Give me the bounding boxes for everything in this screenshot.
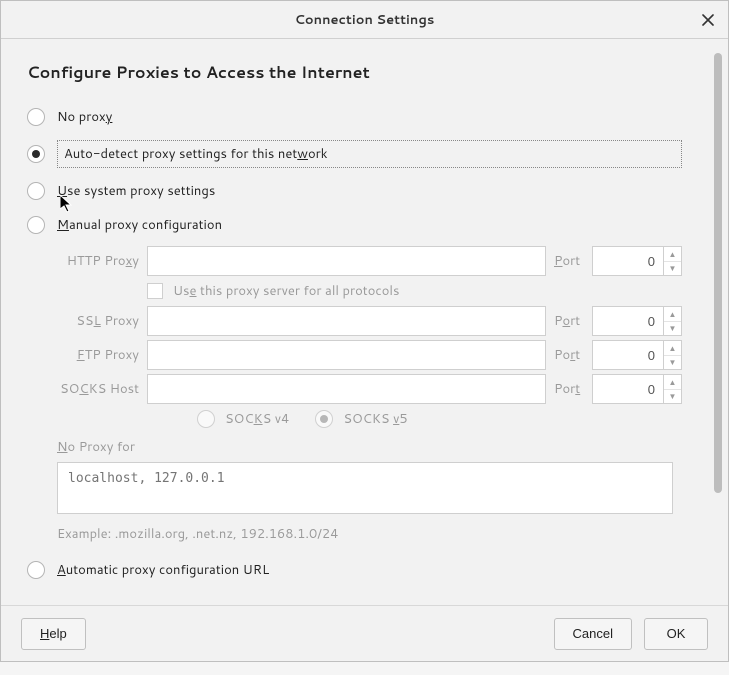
use-all-protocols-checkbox[interactable] [147, 283, 163, 299]
scrollbar-thumb[interactable] [714, 53, 722, 493]
ssl-port-label: Port [554, 312, 584, 330]
radio-icon[interactable] [27, 182, 45, 200]
titlebar: Connection Settings [1, 1, 728, 39]
scrollbar[interactable] [708, 39, 728, 605]
ftp-port-stepper[interactable]: ▲▼ [664, 340, 682, 370]
radio-icon[interactable] [27, 108, 45, 126]
socks-v4-label: SOCKS v4 [225, 410, 289, 428]
ftp-proxy-label: FTP Proxy [57, 346, 139, 364]
chevron-down-icon[interactable]: ▼ [664, 322, 681, 336]
section-heading: Configure Proxies to Access the Internet [27, 61, 682, 84]
ftp-proxy-input[interactable] [147, 340, 546, 370]
no-proxy-for-label: No Proxy for [57, 438, 682, 456]
http-proxy-label: HTTP Proxy [57, 252, 139, 270]
ftp-port-input[interactable] [592, 340, 664, 370]
socks-version-row: SOCKS v4 SOCKS v5 [197, 410, 682, 428]
ssl-port-input[interactable] [592, 306, 664, 336]
radio-icon[interactable] [27, 561, 45, 579]
radio-label: Use system proxy settings [57, 180, 215, 202]
dialog-footer: Help Cancel OK [1, 605, 728, 661]
http-port-stepper[interactable]: ▲▼ [664, 246, 682, 276]
http-port-input[interactable] [592, 246, 664, 276]
cancel-button[interactable]: Cancel [554, 618, 632, 650]
socks-port-input[interactable] [592, 374, 664, 404]
window-title: Connection Settings [295, 11, 435, 29]
chevron-up-icon[interactable]: ▲ [664, 247, 681, 262]
ssl-proxy-label: SSL Proxy [57, 312, 139, 330]
radio-icon[interactable] [27, 145, 45, 163]
ftp-proxy-row: FTP Proxy Port ▲▼ [57, 340, 682, 370]
http-proxy-input[interactable] [147, 246, 546, 276]
chevron-up-icon[interactable]: ▲ [664, 375, 681, 390]
http-proxy-row: HTTP Proxy Port ▲▼ [57, 246, 682, 276]
http-port-label: Port [554, 252, 584, 270]
close-icon[interactable] [698, 10, 718, 30]
ftp-port-label: Port [554, 346, 584, 364]
radio-label: Auto-detect proxy settings for this netw… [57, 140, 682, 168]
radio-socks-v4[interactable] [197, 410, 215, 428]
chevron-up-icon[interactable]: ▲ [664, 307, 681, 322]
radio-socks-v5[interactable] [315, 410, 333, 428]
radio-label: Automatic proxy configuration URL [57, 559, 269, 581]
socks-v5-label: SOCKS v5 [343, 410, 407, 428]
ssl-proxy-input[interactable] [147, 306, 546, 336]
socks-port-stepper[interactable]: ▲▼ [664, 374, 682, 404]
socks-port-label: Port [554, 380, 584, 398]
chevron-down-icon[interactable]: ▼ [664, 262, 681, 276]
radio-manual[interactable]: Manual proxy configuration [27, 208, 682, 242]
ssl-port-stepper[interactable]: ▲▼ [664, 306, 682, 336]
socks-host-input[interactable] [147, 374, 546, 404]
radio-label: No proxy [57, 106, 112, 128]
ok-button[interactable]: OK [644, 618, 708, 650]
use-all-protocols-row[interactable]: Use this proxy server for all protocols [147, 282, 682, 300]
socks-host-row: SOCKS Host Port ▲▼ [57, 374, 682, 404]
body-area: Configure Proxies to Access the Internet… [1, 39, 728, 605]
chevron-down-icon[interactable]: ▼ [664, 356, 681, 370]
help-button[interactable]: Help [21, 618, 86, 650]
ssl-proxy-row: SSL Proxy Port ▲▼ [57, 306, 682, 336]
connection-settings-dialog: Connection Settings Configure Proxies to… [0, 0, 729, 662]
no-proxy-example: Example: .mozilla.org, .net.nz, 192.168.… [57, 525, 682, 543]
radio-icon[interactable] [27, 216, 45, 234]
radio-use-system[interactable]: Use system proxy settings [27, 174, 682, 208]
no-proxy-for-input[interactable] [57, 462, 673, 514]
chevron-down-icon[interactable]: ▼ [664, 390, 681, 404]
radio-auto-detect[interactable]: Auto-detect proxy settings for this netw… [27, 134, 682, 174]
chevron-up-icon[interactable]: ▲ [664, 341, 681, 356]
radio-no-proxy[interactable]: No proxy [27, 100, 682, 134]
radio-label: Manual proxy configuration [57, 214, 222, 236]
radio-automatic-url[interactable]: Automatic proxy configuration URL [27, 553, 682, 587]
manual-proxy-group: HTTP Proxy Port ▲▼ Use this proxy server… [57, 246, 682, 428]
use-all-protocols-label: Use this proxy server for all protocols [173, 282, 399, 300]
content: Configure Proxies to Access the Internet… [1, 39, 708, 605]
socks-host-label: SOCKS Host [57, 380, 139, 398]
